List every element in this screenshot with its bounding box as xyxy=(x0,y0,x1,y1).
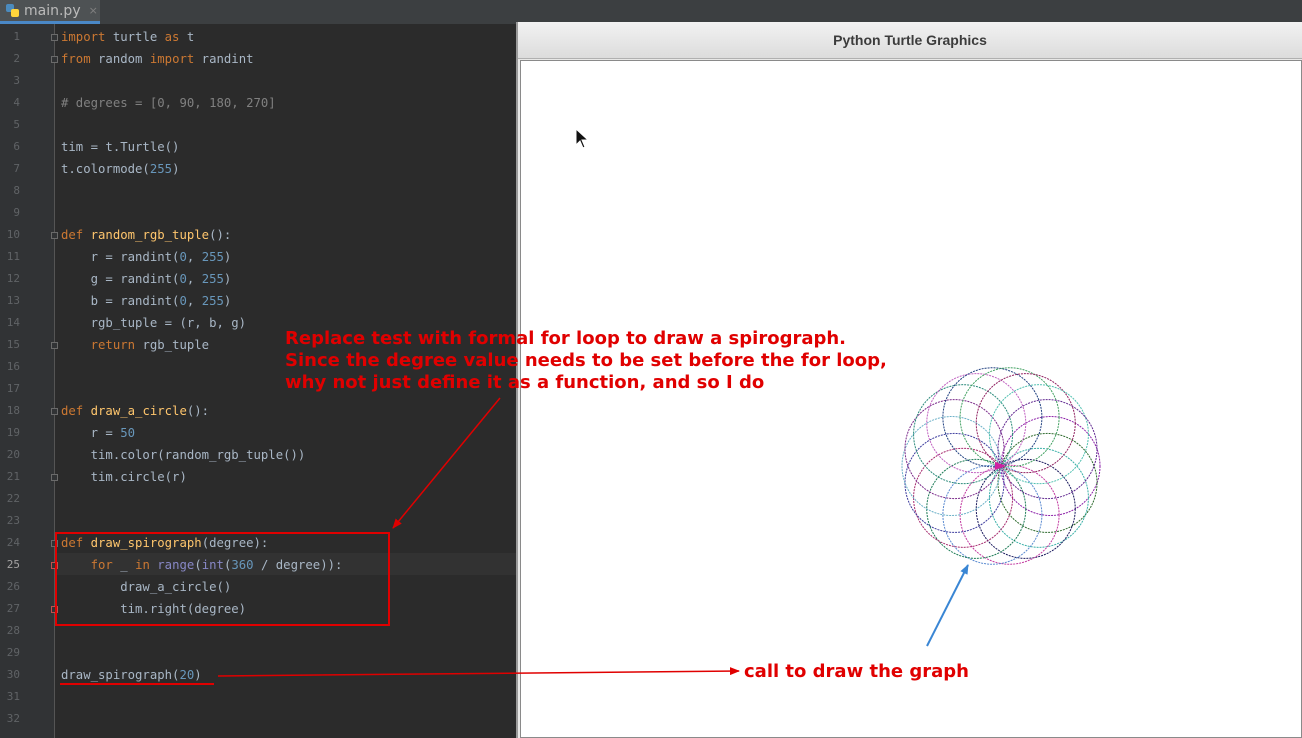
line-number: 20 xyxy=(6,448,20,461)
tab-main-py[interactable]: main.py × xyxy=(0,0,100,24)
line-number: 25 xyxy=(6,558,20,571)
line-number: 4 xyxy=(13,96,20,109)
spirograph xyxy=(901,367,1101,565)
code-line: draw_spirograph(20) xyxy=(61,668,202,682)
code-line: return rgb_tuple xyxy=(90,338,210,352)
fold-marker-icon[interactable] xyxy=(51,34,58,41)
fold-marker-icon[interactable] xyxy=(51,342,58,349)
code-line: def draw_a_circle(): xyxy=(61,404,210,418)
line-number: 21 xyxy=(6,470,20,483)
annotation-note-line-2: Since the degree value needs to be set b… xyxy=(285,350,887,371)
line-number: 9 xyxy=(13,206,20,219)
fold-marker-icon[interactable] xyxy=(51,232,58,239)
turtle-canvas[interactable] xyxy=(520,60,1302,738)
line-number: 23 xyxy=(6,514,20,527)
fold-marker-icon[interactable] xyxy=(51,474,58,481)
annotation-call-note: call to draw the graph xyxy=(744,661,969,682)
fold-marker-icon[interactable] xyxy=(51,408,58,415)
code-line: g = randint(0, 255) xyxy=(61,272,232,286)
line-number: 10 xyxy=(6,228,20,241)
code-line: tim.circle(r) xyxy=(61,470,187,484)
fold-marker-icon[interactable] xyxy=(51,606,58,613)
line-number: 15 xyxy=(6,338,20,351)
fold-gutter-divider xyxy=(54,24,55,738)
canvas-drawing xyxy=(575,127,1101,565)
code-line: r = randint(0, 255) xyxy=(61,250,232,264)
code-line: b = randint(0, 255) xyxy=(61,294,232,308)
spirograph-circle xyxy=(997,432,1098,533)
code-line: tim = t.Turtle() xyxy=(61,140,180,154)
mouse-cursor-icon xyxy=(575,127,590,149)
code-line: draw_a_circle() xyxy=(61,580,232,594)
line-number: 1 xyxy=(13,30,20,43)
line-number: 19 xyxy=(6,426,20,439)
line-number-gutter: 1 2 3 4 5 6 7 8 9 10 11 12 13 14 15 16 17 18 19 20 21 22 23 24 2… xyxy=(0,24,54,738)
code-line: def draw_spirograph(degree): xyxy=(61,536,269,550)
window-title[interactable]: Python Turtle Graphics xyxy=(518,22,1302,59)
code-line: t.colormode(255) xyxy=(61,162,180,176)
code-line: for _ in range(int(360 / degree)): xyxy=(90,558,343,572)
line-number: 31 xyxy=(6,690,20,703)
code-line: # degrees = [0, 90, 180, 270] xyxy=(61,96,276,110)
code-line: tim.right(degree) xyxy=(61,602,247,616)
annotation-note-line-3: why not just define it as a function, an… xyxy=(285,372,765,393)
line-number: 26 xyxy=(6,580,20,593)
annotation-note-line-1: Replace test with formal for loop to dra… xyxy=(285,328,847,349)
line-number: 3 xyxy=(13,74,20,87)
code-line: rgb_tuple = (r, b, g) xyxy=(61,316,247,330)
fold-marker-icon[interactable] xyxy=(51,56,58,63)
line-number: 12 xyxy=(6,272,20,285)
line-number: 24 xyxy=(6,536,20,549)
line-number: 16 xyxy=(6,360,20,373)
line-number: 18 xyxy=(6,404,20,417)
line-number: 7 xyxy=(13,162,20,175)
code-line: r = 50 xyxy=(61,426,136,440)
line-number: 13 xyxy=(6,294,20,307)
line-number: 22 xyxy=(6,492,20,505)
line-number: 8 xyxy=(13,184,20,197)
tab-label: main.py xyxy=(24,2,81,19)
line-number: 27 xyxy=(6,602,20,615)
fold-marker-icon[interactable] xyxy=(51,540,58,547)
line-number: 28 xyxy=(6,624,20,637)
code-line: import turtle as t xyxy=(61,30,195,44)
line-number: 2 xyxy=(13,52,20,65)
line-number: 11 xyxy=(6,250,20,263)
line-number: 29 xyxy=(6,646,20,659)
line-number: 32 xyxy=(6,712,20,725)
line-number: 30 xyxy=(6,668,20,681)
line-number: 6 xyxy=(13,140,20,153)
code-line: def random_rgb_tuple(): xyxy=(61,228,232,242)
code-line: from random import randint xyxy=(61,52,254,66)
line-number: 17 xyxy=(6,382,20,395)
close-tab-icon[interactable]: × xyxy=(89,4,98,17)
line-number: 14 xyxy=(6,316,20,329)
line-number: 5 xyxy=(13,118,20,131)
fold-marker-icon[interactable] xyxy=(51,562,58,569)
python-file-icon xyxy=(6,4,19,17)
code-line: tim.color(random_rgb_tuple()) xyxy=(61,448,306,462)
